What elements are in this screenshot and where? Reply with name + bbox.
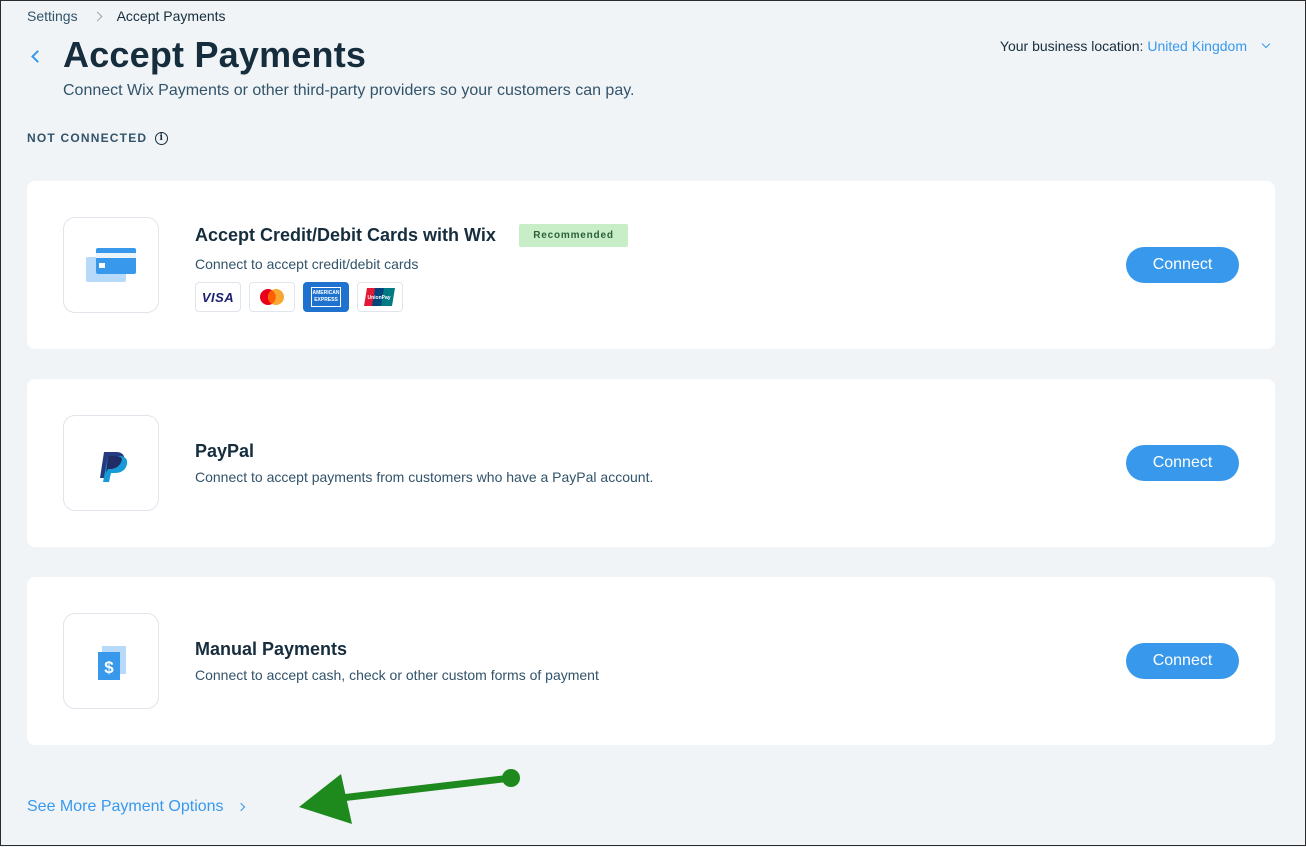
breadcrumb-current: Accept Payments (116, 8, 226, 24)
provider-description: Connect to accept payments from customer… (195, 469, 654, 485)
provider-title: Manual Payments (195, 639, 348, 659)
chevron-down-icon[interactable] (1261, 39, 1271, 49)
chevron-right-icon (92, 11, 103, 21)
chevron-left-icon (30, 49, 44, 63)
page-title: Accept Payments (63, 34, 367, 75)
paypal-icon (100, 452, 128, 482)
connect-button-paypal[interactable]: Connect (1126, 445, 1239, 481)
page-subtitle: Connect Wix Payments or other third-part… (63, 82, 635, 99)
page-frame: Settings Accept Payments Accept Payments… (0, 0, 1306, 846)
provider-icon-box (63, 415, 159, 511)
provider-card-paypal: PayPal Connect to accept payments from c… (27, 379, 1275, 547)
provider-description: Connect to accept credit/debit cards (195, 256, 419, 272)
see-more-payment-options-link[interactable]: See More Payment Options (27, 798, 245, 816)
provider-title: Accept Credit/Debit Cards with Wix (195, 225, 496, 245)
svg-text:$: $ (104, 658, 114, 677)
location-label: Your business location: (999, 38, 1144, 54)
breadcrumb: Settings Accept Payments (27, 8, 226, 24)
credit-card-icon (86, 248, 136, 282)
info-icon[interactable]: i (155, 131, 169, 145)
breadcrumb-settings[interactable]: Settings (27, 8, 78, 24)
provider-title: PayPal (195, 441, 255, 461)
mastercard-logo (249, 282, 295, 312)
amex-logo: AMERICAN EXPRESS (303, 282, 349, 312)
svg-text:UnionPay: UnionPay (367, 295, 390, 301)
provider-description: Connect to accept cash, check or other c… (195, 667, 599, 683)
connect-button-manual[interactable]: Connect (1126, 643, 1239, 679)
see-more-label: See More Payment Options (27, 798, 224, 815)
recommended-badge: Recommended (519, 224, 628, 247)
business-location: Your business location: United Kingdom (999, 38, 1271, 54)
card-logos: VISA AMERICAN EXPRESS UnionPay (195, 282, 403, 312)
connect-button-wix[interactable]: Connect (1126, 247, 1239, 283)
visa-logo: VISA (195, 282, 241, 312)
unionpay-logo: UnionPay (357, 282, 403, 312)
provider-icon-box: $ (63, 613, 159, 709)
chevron-right-icon (236, 802, 245, 812)
dollar-bill-icon: $ (98, 646, 126, 680)
section-label: NOT CONNECTED i (27, 131, 169, 145)
provider-card-manual: $ Manual Payments Connect to accept cash… (27, 577, 1275, 745)
location-dropdown[interactable]: United Kingdom (1147, 38, 1247, 54)
provider-card-wix: Accept Credit/Debit Cards with Wix Recom… (27, 181, 1275, 349)
back-button[interactable] (25, 44, 45, 68)
provider-icon-box (63, 217, 159, 313)
section-title: NOT CONNECTED (27, 131, 148, 145)
